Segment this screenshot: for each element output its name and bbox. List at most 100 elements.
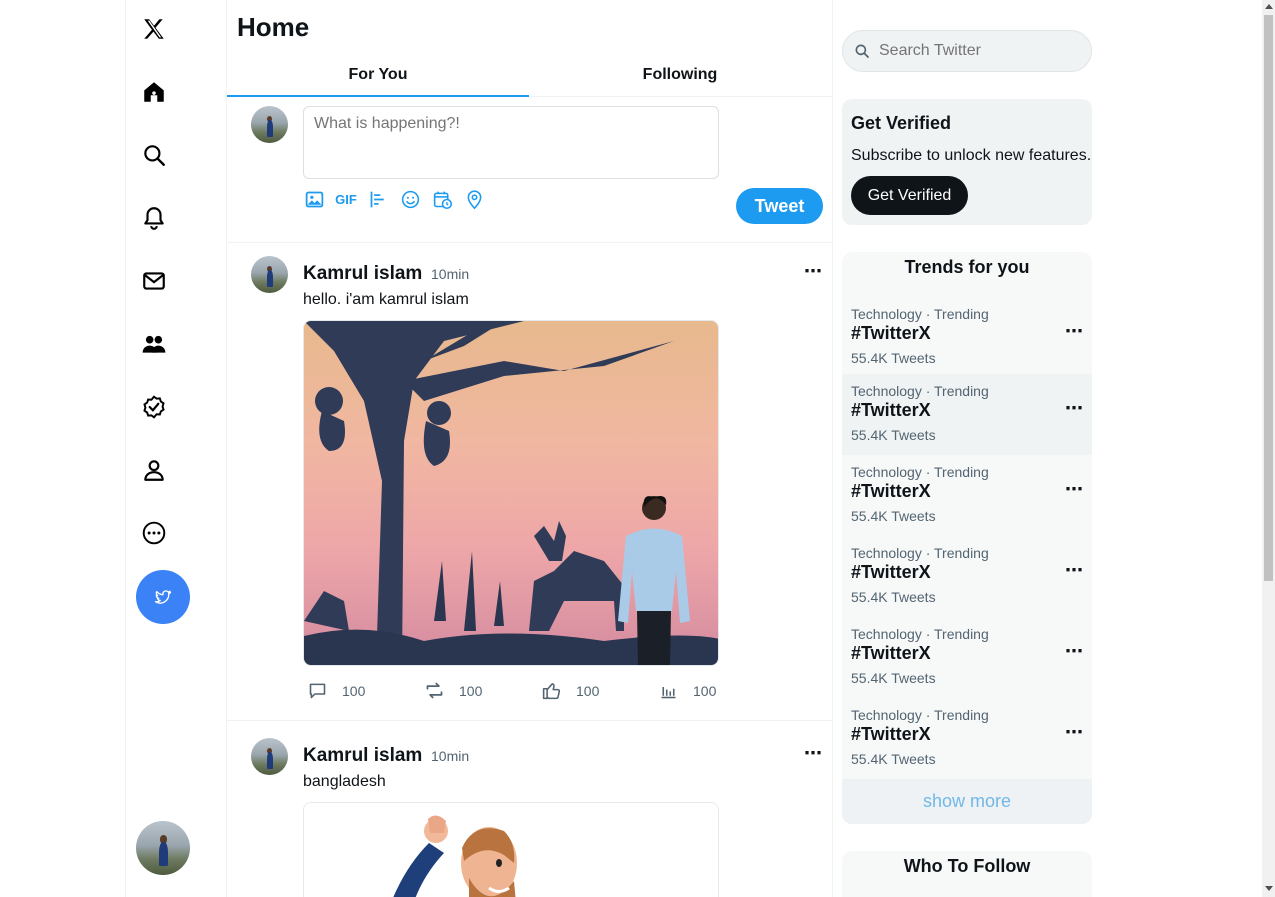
post-more-button[interactable]: ⋯ (804, 261, 823, 282)
post-actions: 100 100 100 100 (307, 680, 775, 701)
image-icon[interactable] (303, 188, 325, 210)
post-image[interactable] (303, 802, 719, 897)
views-button[interactable]: 100 (658, 680, 775, 701)
get-verified-card: Get Verified Subscribe to unlock new fea… (842, 99, 1092, 225)
post-author[interactable]: Kamrul islam (303, 745, 422, 767)
trend-item[interactable]: Technology · Trending #TwitterX 55.4K Tw… (842, 374, 1092, 455)
trend-tag[interactable]: #TwitterX (851, 643, 931, 664)
trend-count: 55.4K Tweets (851, 589, 936, 605)
poll-icon[interactable] (367, 188, 389, 210)
views-count: 100 (693, 682, 717, 699)
post-time: 10min (431, 748, 470, 764)
trend-item[interactable]: Technology · Trending #TwitterX 55.4K Tw… (842, 617, 1092, 698)
trend-item[interactable]: Technology · Trending #TwitterX 55.4K Tw… (842, 536, 1092, 617)
trend-count: 55.4K Tweets (851, 427, 936, 443)
verified-icon[interactable] (136, 389, 172, 425)
tweet-composer: GIF Tweet (227, 97, 832, 243)
scroll-down-arrow[interactable] (1265, 886, 1273, 891)
search-box[interactable] (842, 30, 1092, 72)
composer-tools: GIF (303, 188, 485, 210)
tab-for-you[interactable]: For You (227, 56, 529, 97)
schedule-icon[interactable] (431, 188, 453, 210)
post-image[interactable] (303, 320, 719, 666)
page-title: Home (237, 12, 310, 42)
scrollbar-thumb[interactable] (1264, 15, 1273, 581)
communities-icon[interactable] (136, 326, 172, 362)
bell-icon[interactable] (136, 200, 172, 236)
trends-title: Trends for you (904, 257, 1030, 277)
profile-icon[interactable] (136, 452, 172, 488)
location-icon[interactable] (463, 188, 485, 210)
profile-avatar[interactable] (136, 821, 190, 875)
post-avatar[interactable] (251, 738, 288, 775)
like-count: 100 (576, 682, 600, 699)
trend-more-button[interactable]: ⋯ (1065, 722, 1084, 743)
trends-card: Trends for you Technology · Trending #Tw… (842, 252, 1092, 824)
post[interactable]: Kamrul islam 10min ⋯ bangladesh (227, 721, 832, 897)
tab-following[interactable]: Following (529, 56, 831, 96)
who-to-follow-card: Who To Follow (842, 851, 1092, 897)
gif-button[interactable]: GIF (335, 188, 357, 210)
post-more-button[interactable]: ⋯ (804, 743, 823, 764)
trend-tag[interactable]: #TwitterX (851, 481, 931, 502)
post-text: hello. i'am kamrul islam (303, 291, 469, 308)
reply-button[interactable]: 100 (307, 680, 424, 701)
trend-more-button[interactable]: ⋯ (1065, 398, 1084, 419)
trend-tag[interactable]: #TwitterX (851, 562, 931, 583)
show-more-link[interactable]: show more (842, 779, 1092, 824)
trend-meta: Technology · Trending (851, 626, 989, 642)
tweet-button[interactable]: Tweet (736, 188, 823, 224)
trend-more-button[interactable]: ⋯ (1065, 560, 1084, 581)
search-input[interactable] (879, 42, 1079, 60)
trend-meta: Technology · Trending (851, 545, 989, 561)
page: Home For You Following GIF (0, 0, 1275, 897)
post-avatar[interactable] (251, 256, 288, 293)
retweet-button[interactable]: 100 (424, 680, 541, 701)
trend-item[interactable]: Technology · Trending #TwitterX 55.4K Tw… (842, 455, 1092, 536)
feed-tabs: For You Following (227, 56, 832, 97)
post[interactable]: Kamrul islam 10min ⋯ hello. i'am kamrul … (227, 243, 832, 721)
trend-item[interactable]: Technology · Trending #TwitterX 55.4K Tw… (842, 698, 1092, 779)
get-verified-subtitle: Subscribe to unlock new features. (851, 147, 1092, 164)
more-icon[interactable] (136, 515, 172, 551)
get-verified-title: Get Verified (851, 113, 952, 133)
trend-more-button[interactable]: ⋯ (1065, 641, 1084, 662)
trend-meta: Technology · Trending (851, 464, 989, 480)
trend-item[interactable]: Technology · Trending #TwitterX 55.4K Tw… (842, 297, 1092, 378)
scroll-up-arrow[interactable] (1265, 4, 1273, 9)
tweet-fab-button[interactable] (136, 570, 190, 624)
right-sidebar: Get Verified Subscribe to unlock new fea… (842, 0, 1092, 897)
trend-more-button[interactable]: ⋯ (1065, 479, 1084, 500)
page-scrollbar[interactable] (1262, 0, 1275, 897)
search-icon (855, 44, 869, 58)
left-nav (125, 0, 227, 897)
get-verified-button[interactable]: Get Verified (851, 176, 968, 215)
trend-tag[interactable]: #TwitterX (851, 323, 931, 344)
trend-count: 55.4K Tweets (851, 508, 936, 524)
trend-meta: Technology · Trending (851, 306, 989, 322)
analytics-icon (661, 687, 676, 699)
trend-count: 55.4K Tweets (851, 670, 936, 686)
mail-icon[interactable] (136, 263, 172, 299)
thumbs-up-icon (542, 683, 561, 700)
compose-input[interactable] (303, 106, 719, 179)
like-button[interactable]: 100 (541, 680, 658, 701)
trend-tag[interactable]: #TwitterX (851, 400, 931, 421)
trend-count: 55.4K Tweets (851, 350, 936, 366)
retweet-icon (426, 682, 443, 699)
search-icon[interactable] (136, 137, 172, 173)
x-logo-icon[interactable] (136, 11, 172, 47)
reply-icon (309, 683, 326, 699)
post-author[interactable]: Kamrul islam (303, 263, 422, 285)
bird-icon (154, 590, 172, 604)
emoji-icon[interactable] (399, 188, 421, 210)
post-text: bangladesh (303, 773, 386, 790)
who-to-follow-title: Who To Follow (903, 856, 1031, 876)
trend-meta: Technology · Trending (851, 383, 989, 399)
post-time: 10min (431, 266, 470, 282)
trend-more-button[interactable]: ⋯ (1065, 321, 1084, 342)
trend-tag[interactable]: #TwitterX (851, 724, 931, 745)
trend-count: 55.4K Tweets (851, 751, 936, 767)
retweet-count: 100 (459, 682, 483, 699)
home-icon[interactable] (136, 74, 172, 110)
